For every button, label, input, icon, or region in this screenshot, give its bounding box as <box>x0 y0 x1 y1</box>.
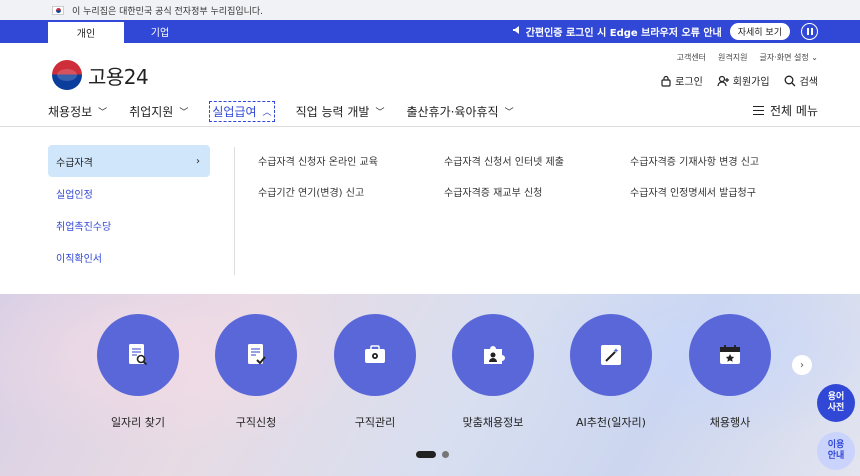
quick-menu-job-management[interactable]: 구직관리 <box>334 314 416 430</box>
main-nav: 채용정보 ﹀ 취업지원 ﹀ 실업급여 ︿ 직업 능력 개발 ﹀ 출산휴가·육아휴직 ﹀ <box>48 100 536 122</box>
sub-link-period-extension[interactable]: 수급기간 연기(변경) 신고 <box>258 184 444 199</box>
search-button[interactable]: 검색 <box>784 73 818 88</box>
chevron-right-icon: › <box>196 155 200 167</box>
user-links: 로그인 회원가입 검색 <box>661 73 818 88</box>
briefcase-gear-icon <box>365 345 385 363</box>
side-item-reemployment-allowance[interactable]: 취업촉진수당 <box>48 209 210 241</box>
sub-links: 수급자격 신청자 온라인 교육 수급자격 신청서 인터넷 제출 수급자격증 기재… <box>258 153 816 199</box>
korea-flag-icon <box>52 5 64 15</box>
hamburger-icon <box>753 106 765 115</box>
carousel-pagination <box>416 451 449 458</box>
gov-banner-text: 이 누리집은 대한민국 공식 전자정부 누리집입니다. <box>72 6 264 17</box>
util-link-remote-support[interactable]: 원격지원 <box>718 52 747 63</box>
nav-item-vocational-training[interactable]: 직업 능력 개발 ﹀ <box>296 103 385 120</box>
util-link-display-settings[interactable]: 글자·화면 설정 ⌄ <box>760 52 819 63</box>
site-logo[interactable]: 고용24 <box>52 60 149 90</box>
job-search-icon <box>129 344 148 366</box>
hero-section: 일자리 찾기 구직신청 구직관리 맞춤채용정보 AI추천(일자리) 채용행사 › <box>0 294 860 476</box>
quick-menu-ai-recommendation[interactable]: AI추천(일자리) <box>570 314 652 430</box>
glossary-button[interactable]: 용어 사전 <box>817 384 855 422</box>
taegeuk-logo-icon <box>52 60 82 90</box>
notice-banner: 간편인증 로그인 시 Edge 브라우저 오류 안내 자세히 보기 <box>512 20 790 43</box>
nav-item-employment-support[interactable]: 취업지원 ﹀ <box>129 103 188 120</box>
search-icon <box>784 75 796 86</box>
tab-personal[interactable]: 개인 <box>48 20 124 43</box>
signup-button[interactable]: 회원가입 <box>717 73 770 88</box>
puzzle-person-icon <box>484 346 505 364</box>
quick-menu-job-application[interactable]: 구직신청 <box>215 314 297 430</box>
side-menu: 수급자격 › 실업인정 취업촉진수당 이직확인서 <box>48 145 210 273</box>
carousel-dot-1[interactable] <box>416 451 436 458</box>
sub-link-statement-issue[interactable]: 수급자격 인정명세서 발급청구 <box>630 184 816 199</box>
chevron-right-icon: › <box>800 359 804 371</box>
notice-text[interactable]: 간편인증 로그인 시 Edge 브라우저 오류 안내 <box>526 24 722 39</box>
gov-banner: 이 누리집은 대한민국 공식 전자정부 누리집입니다. <box>0 0 860 20</box>
chevron-down-icon: ﹀ <box>504 107 514 118</box>
carousel-dot-2[interactable] <box>442 451 449 458</box>
lock-icon <box>661 75 671 87</box>
nav-item-jobs[interactable]: 채용정보 ﹀ <box>48 103 107 120</box>
quick-menu-custom-jobs[interactable]: 맞춤채용정보 <box>452 314 534 430</box>
quick-menu-job-search[interactable]: 일자리 찾기 <box>97 314 179 430</box>
util-link-customer-center[interactable]: 고객센터 <box>677 52 706 63</box>
side-item-separation-confirmation[interactable]: 이직확인서 <box>48 241 210 273</box>
menu-divider <box>234 147 235 275</box>
utility-links: 고객센터 원격지원 글자·화면 설정 ⌄ <box>677 52 818 63</box>
usage-guide-button[interactable]: 이용 안내 <box>817 432 855 470</box>
pause-icon[interactable] <box>801 23 818 40</box>
tab-business[interactable]: 기업 <box>124 20 196 43</box>
megaphone-icon <box>512 25 522 38</box>
add-user-icon <box>717 75 729 86</box>
nav-item-maternity-parental-leave[interactable]: 출산휴가·육아휴직 ﹀ <box>406 103 513 120</box>
top-tab-bar: 개인 기업 간편인증 로그인 시 Edge 브라우저 오류 안내 자세히 보기 <box>0 20 860 43</box>
side-item-unemployment-recognition[interactable]: 실업인정 <box>48 177 210 209</box>
chevron-down-icon: ﹀ <box>98 107 108 118</box>
sub-link-internet-submission[interactable]: 수급자격 신청서 인터넷 제출 <box>444 153 630 168</box>
side-item-eligibility[interactable]: 수급자격 › <box>48 145 210 177</box>
notice-detail-button[interactable]: 자세히 보기 <box>729 23 790 40</box>
application-form-icon <box>248 344 266 365</box>
nav-item-unemployment-benefits[interactable]: 실업급여 ︿ <box>209 100 275 122</box>
logo-text: 고용24 <box>88 64 149 89</box>
mega-menu-dropdown: 수급자격 › 실업인정 취업촉진수당 이직확인서 수급자격 신청자 온라인 교육… <box>0 126 860 294</box>
sub-link-online-education[interactable]: 수급자격 신청자 온라인 교육 <box>258 153 444 168</box>
calendar-star-icon <box>720 345 740 364</box>
chevron-down-icon: ⌄ <box>811 53 818 62</box>
chevron-down-icon: ﹀ <box>375 107 385 118</box>
carousel-next-button[interactable]: › <box>792 355 812 375</box>
sub-link-change-report[interactable]: 수급자격증 기재사항 변경 신고 <box>630 153 816 168</box>
magic-wand-icon <box>601 345 621 365</box>
sub-link-reissue-request[interactable]: 수급자격증 재교부 신청 <box>444 184 630 199</box>
full-menu-button[interactable]: 전체 메뉴 <box>753 102 818 119</box>
chevron-down-icon: ﹀ <box>179 107 189 118</box>
chevron-up-icon: ︿ <box>262 107 272 118</box>
login-button[interactable]: 로그인 <box>661 73 703 88</box>
quick-menu-recruitment-events[interactable]: 채용행사 <box>689 314 771 430</box>
